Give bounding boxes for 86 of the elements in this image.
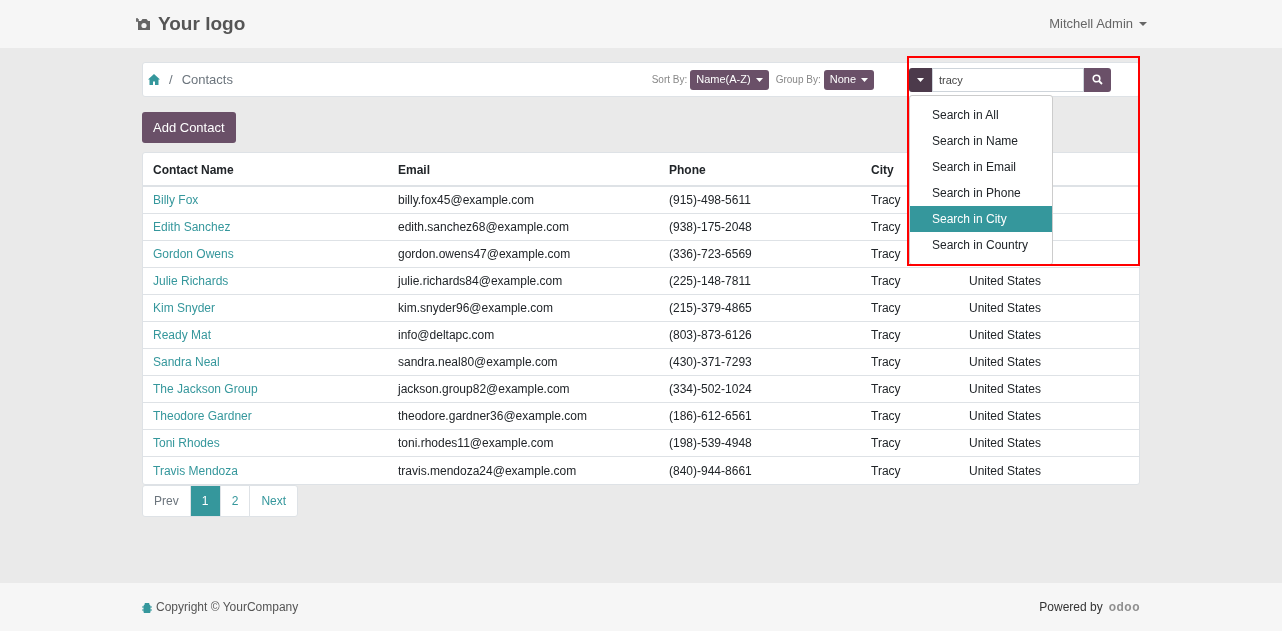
table-cell-text: (938)-175-2048 — [668, 219, 753, 236]
search-option[interactable]: Search in Country — [910, 231, 1052, 258]
search-option[interactable]: Search in Email — [910, 153, 1052, 180]
logo-text[interactable]: Your logo — [158, 9, 246, 39]
caret-icon — [861, 77, 868, 82]
table-cell-text: United States — [968, 327, 1043, 344]
table-cell-text: United States — [968, 300, 1043, 317]
caret-icon — [917, 77, 924, 82]
search-field[interactable]: tracy — [932, 67, 1084, 92]
caret-icon — [755, 77, 763, 82]
table-cell-text: info@deltapc.com — [397, 327, 496, 344]
copyright-text: Copyright © YourCompany — [156, 599, 299, 616]
table-cell-text: Tracy — [870, 435, 902, 452]
table-cell-text: United States — [968, 435, 1043, 452]
table-cell-text: (430)-371-7293 — [668, 354, 753, 371]
contact-name-link[interactable]: Julie Richards — [143, 272, 388, 290]
page-link[interactable]: Next — [249, 485, 299, 517]
user-menu[interactable]: Mitchell Admin — [1049, 14, 1147, 34]
page-link[interactable]: Prev — [142, 485, 191, 517]
contact-name-link[interactable]: Edith Sanchez — [143, 218, 388, 236]
contact-name-link[interactable]: Gordon Owens — [143, 245, 388, 263]
column-header: Phone — [669, 163, 706, 177]
table-cell-text: Tracy — [870, 381, 902, 398]
table-cell-text: Tracy — [870, 462, 902, 480]
table-cell-text: (803)-873-6126 — [668, 327, 753, 344]
table-cell-text: United States — [968, 354, 1043, 371]
group-label: Group By: — [775, 73, 821, 87]
table-cell-text: United States — [968, 381, 1043, 398]
search-option[interactable]: Search in City — [910, 205, 1052, 232]
powered-by-text: Powered by — [1039, 599, 1103, 616]
column-header: Contact Name — [153, 163, 234, 177]
camera-icon — [136, 17, 152, 31]
sort-dropdown[interactable]: Name(A-Z) — [690, 69, 769, 90]
table-cell-text: (336)-723-6569 — [668, 246, 753, 263]
table-cell-text: Tracy — [870, 300, 902, 317]
table-cell-text: (215)-379-4865 — [668, 300, 753, 317]
table-cell-text: Tracy — [870, 354, 902, 371]
table-cell-text: (334)-502-1024 — [668, 381, 753, 398]
add-contact-button[interactable]: Add Contact — [142, 112, 236, 143]
search-option[interactable]: Search in All — [910, 101, 1052, 128]
contact-name-link[interactable]: Kim Snyder — [143, 299, 388, 317]
table-cell-text: (186)-612-6561 — [668, 408, 753, 425]
search-filter-toggle[interactable] — [909, 67, 932, 92]
search-icon — [1092, 74, 1103, 85]
home-icon[interactable] — [148, 74, 160, 85]
table-cell-text: travis.mendoza24@example.com — [397, 462, 578, 480]
contact-name-link[interactable]: Sandra Neal — [143, 353, 388, 371]
brand-logo-text[interactable]: odoo — [1108, 598, 1140, 616]
table-cell-text: Tracy — [870, 327, 902, 344]
table-cell-text: kim.snyder96@example.com — [397, 300, 554, 317]
page-link[interactable]: 1 — [189, 485, 221, 517]
contact-name-link[interactable]: Ready Mat — [143, 326, 388, 344]
table-cell-text: United States — [968, 462, 1043, 480]
table-cell-text: theodore.gardner36@example.com — [397, 408, 588, 425]
table-cell-text: United States — [968, 273, 1043, 290]
contact-name-link[interactable]: Billy Fox — [143, 191, 388, 209]
table-cell-text: (840)-944-8661 — [668, 462, 753, 480]
breadcrumb-separator: / — [169, 70, 173, 89]
table-cell-text: United States — [968, 408, 1043, 425]
table-cell-text: Tracy — [870, 246, 902, 263]
bug-icon — [142, 601, 152, 613]
table-cell-text: gordon.owens47@example.com — [397, 246, 572, 263]
search-option[interactable]: Search in Name — [910, 127, 1052, 154]
contact-name-link[interactable]: The Jackson Group — [143, 380, 388, 398]
column-header: Email — [398, 163, 430, 177]
table-cell-text: (915)-498-5611 — [668, 192, 752, 209]
breadcrumb-current: Contacts — [181, 70, 233, 89]
table-cell-text: Tracy — [870, 273, 902, 290]
contact-name-link[interactable]: Toni Rhodes — [143, 434, 388, 452]
table-cell-text: billy.fox45@example.com — [397, 192, 535, 209]
table-cell-text: Tracy — [870, 408, 902, 425]
contact-name-link[interactable]: Theodore Gardner — [143, 407, 388, 425]
table-cell-text: (198)-539-4948 — [668, 435, 753, 452]
table-cell-text: toni.rhodes11@example.com — [397, 435, 555, 452]
search-button[interactable] — [1084, 67, 1111, 92]
contact-name-link[interactable]: Travis Mendoza — [143, 461, 388, 480]
caret-icon — [1139, 21, 1147, 27]
sort-label: Sort By: — [651, 73, 688, 87]
table-cell-text: edith.sanchez68@example.com — [397, 219, 570, 236]
table-cell-text: julie.richards84@example.com — [396, 273, 564, 290]
group-dropdown[interactable]: None — [823, 69, 874, 90]
table-cell-text: sandra.neal80@example.com — [397, 354, 559, 371]
table-cell-text: jackson.group82@example.com — [396, 381, 571, 398]
column-header: City — [871, 163, 894, 177]
table-cell-text: (225)-148-7811 — [668, 273, 752, 290]
search-option[interactable]: Search in Phone — [910, 179, 1052, 206]
